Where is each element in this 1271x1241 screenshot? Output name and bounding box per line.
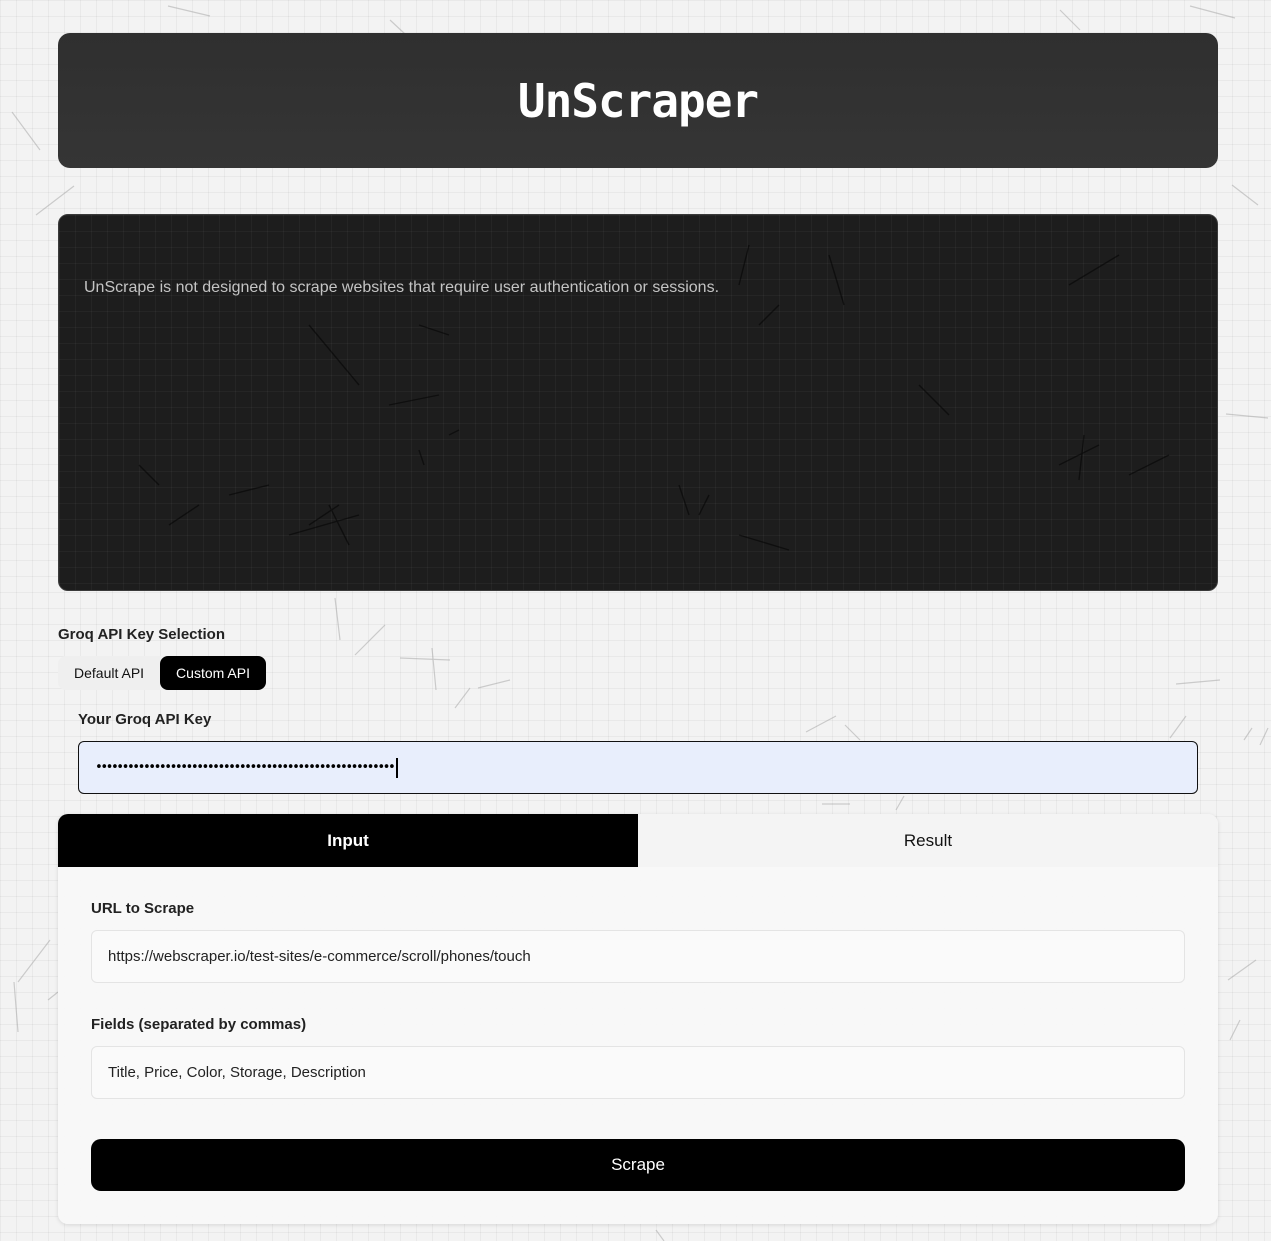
app-title: UnScraper xyxy=(517,73,759,128)
scrape-form-card: Input Result URL to Scrape https://websc… xyxy=(58,814,1218,1224)
text-caret xyxy=(396,757,399,778)
api-selection-label: Groq API Key Selection xyxy=(58,626,225,643)
custom-api-option[interactable]: Custom API xyxy=(160,656,266,690)
url-label: URL to Scrape xyxy=(91,900,195,917)
url-input-value: https://webscraper.io/test-sites/e-comme… xyxy=(108,948,531,965)
tab-result[interactable]: Result xyxy=(638,814,1218,867)
panel-scratches xyxy=(138,244,1170,551)
fields-input-value: Title, Price, Color, Storage, Descriptio… xyxy=(108,1064,366,1081)
fields-input[interactable]: Title, Price, Color, Storage, Descriptio… xyxy=(91,1046,1185,1099)
api-key-label: Your Groq API Key xyxy=(78,711,212,728)
api-key-masked-value: ••••••••••••••••••••••••••••••••••••••••… xyxy=(95,760,396,775)
scrape-button[interactable]: Scrape xyxy=(91,1139,1185,1191)
url-input[interactable]: https://webscraper.io/test-sites/e-comme… xyxy=(91,930,1185,983)
app-header: UnScraper xyxy=(58,33,1218,168)
tab-bar: Input Result xyxy=(58,814,1218,867)
api-selection-toggle: Default API Custom API xyxy=(58,656,266,690)
notice-text: UnScrape is not designed to scrape websi… xyxy=(84,279,720,296)
notice-panel: UnScrape is not designed to scrape websi… xyxy=(58,214,1218,591)
default-api-option[interactable]: Default API xyxy=(58,656,160,690)
tab-input[interactable]: Input xyxy=(58,814,638,867)
api-key-input[interactable]: ••••••••••••••••••••••••••••••••••••••••… xyxy=(78,741,1198,794)
fields-label: Fields (separated by commas) xyxy=(91,1016,307,1033)
